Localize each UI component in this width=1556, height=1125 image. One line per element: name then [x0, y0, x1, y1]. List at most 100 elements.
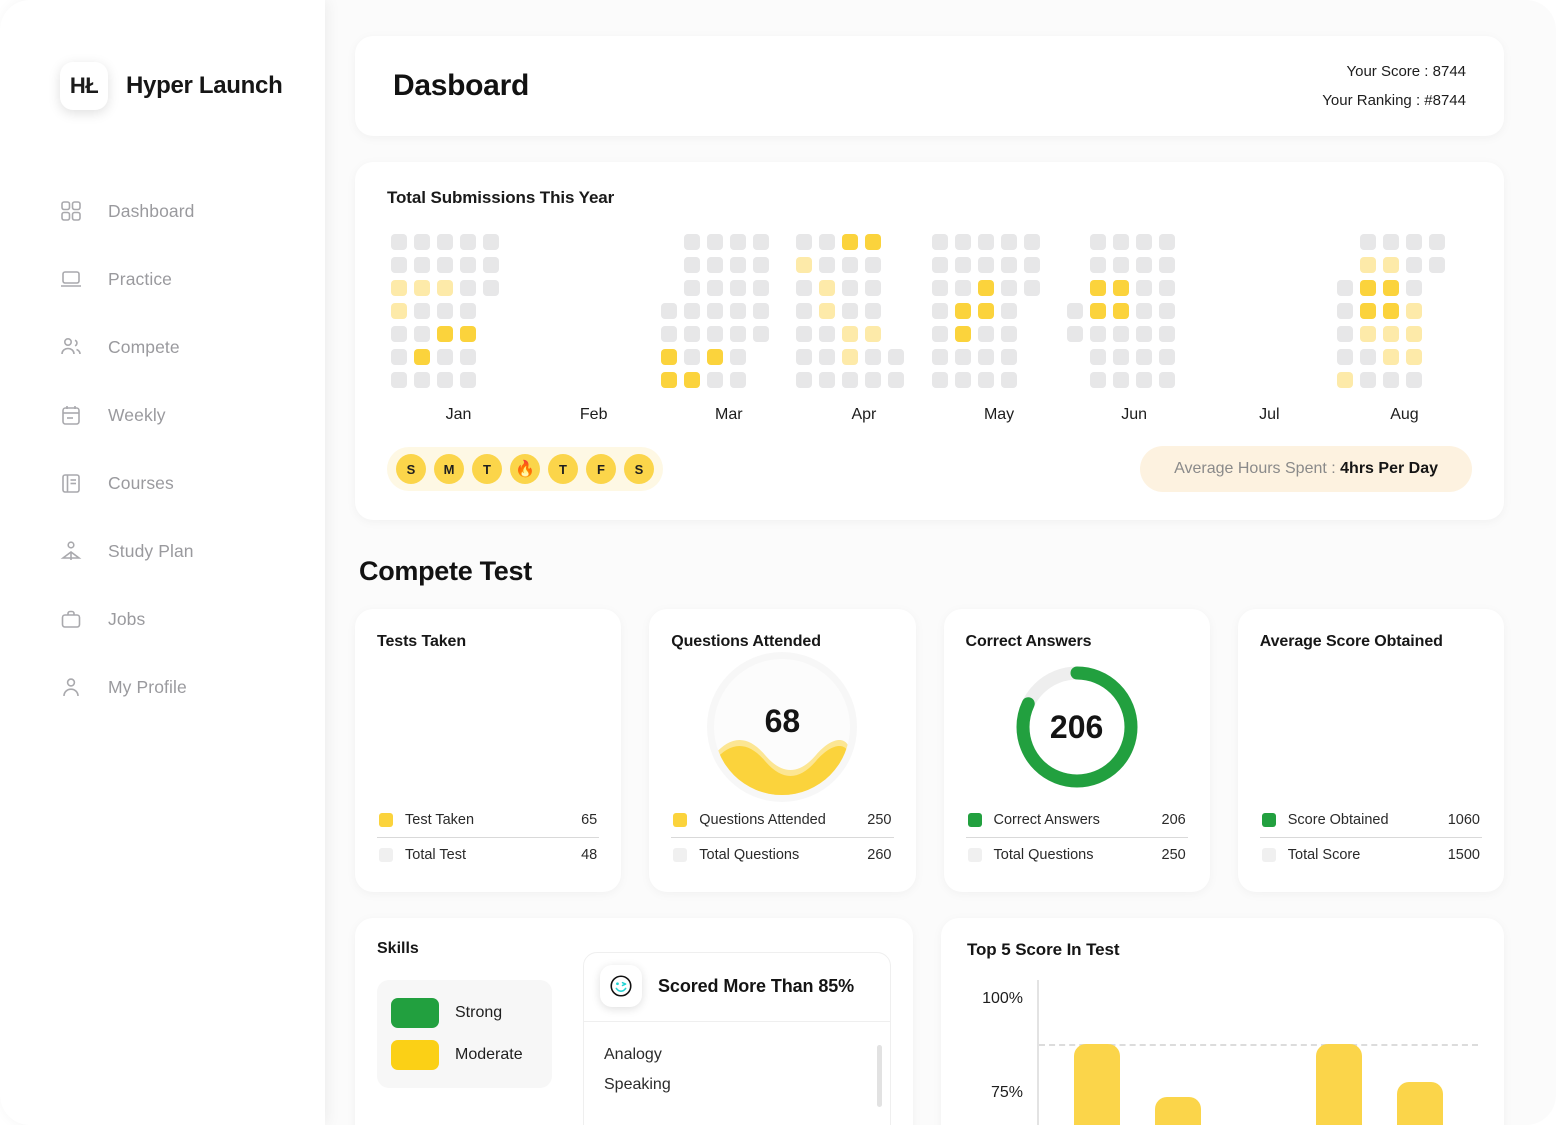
heatmap-cell[interactable]	[796, 303, 813, 319]
heatmap-cell[interactable]	[730, 326, 747, 342]
heatmap-cell[interactable]	[437, 234, 453, 250]
heatmap-cell[interactable]	[1089, 349, 1106, 365]
heatmap-cell[interactable]	[1112, 257, 1129, 273]
heatmap-cell[interactable]	[753, 234, 770, 250]
heatmap-cell[interactable]	[796, 257, 813, 273]
heatmap-cell[interactable]	[1023, 257, 1040, 273]
heatmap-cell[interactable]	[661, 303, 678, 319]
heatmap-cell[interactable]	[391, 257, 407, 273]
heatmap-cell[interactable]	[1359, 372, 1376, 388]
heatmap-cell[interactable]	[1135, 303, 1152, 319]
heatmap-cell[interactable]	[1135, 326, 1152, 342]
heatmap-cell[interactable]	[1428, 234, 1445, 250]
heatmap-cell[interactable]	[460, 234, 476, 250]
heatmap-cell[interactable]	[1112, 326, 1129, 342]
skill-level-strong[interactable]: Strong	[391, 992, 538, 1034]
heatmap-cell[interactable]	[842, 372, 859, 388]
heatmap-cell[interactable]	[796, 326, 813, 342]
heatmap-cell[interactable]	[460, 372, 476, 388]
heatmap-cell[interactable]	[1135, 372, 1152, 388]
heatmap-cell[interactable]	[753, 326, 770, 342]
heatmap-cell[interactable]	[460, 326, 476, 342]
heatmap-cell[interactable]	[730, 372, 747, 388]
heatmap-cell[interactable]	[931, 280, 948, 296]
heatmap-cell[interactable]	[1135, 349, 1152, 365]
list-item[interactable]: Speaking	[604, 1070, 870, 1100]
heatmap-cell[interactable]	[391, 326, 407, 342]
heatmap-cell[interactable]	[1405, 234, 1422, 250]
heatmap-cell[interactable]	[1359, 280, 1376, 296]
heatmap-cell[interactable]	[684, 257, 701, 273]
heatmap-cell[interactable]	[684, 372, 701, 388]
weekday-pill[interactable]: S	[624, 454, 654, 484]
heatmap-cell[interactable]	[437, 257, 453, 273]
heatmap-cell[interactable]	[437, 372, 453, 388]
heatmap-cell[interactable]	[414, 303, 430, 319]
bar[interactable]	[1316, 1044, 1363, 1125]
heatmap-cell[interactable]	[819, 326, 836, 342]
sidebar-item-my-profile[interactable]: My Profile	[0, 664, 325, 710]
heatmap-cell[interactable]	[1405, 257, 1422, 273]
heatmap-cell[interactable]	[865, 257, 882, 273]
heatmap-cell[interactable]	[1336, 349, 1353, 365]
heatmap-cell[interactable]	[1000, 303, 1017, 319]
weekday-pill[interactable]: T	[548, 454, 578, 484]
heatmap-cell[interactable]	[707, 349, 724, 365]
heatmap-cell[interactable]	[842, 280, 859, 296]
heatmap-cell[interactable]	[819, 303, 836, 319]
heatmap-cell[interactable]	[1405, 280, 1422, 296]
heatmap-cell[interactable]	[1066, 303, 1083, 319]
heatmap-cell[interactable]	[842, 326, 859, 342]
heatmap-cell[interactable]	[842, 234, 859, 250]
heatmap-cell[interactable]	[684, 326, 701, 342]
heatmap-cell[interactable]	[1382, 257, 1399, 273]
heatmap-cell[interactable]	[730, 303, 747, 319]
heatmap-cell[interactable]	[730, 349, 747, 365]
heatmap-cell[interactable]	[391, 303, 407, 319]
heatmap-cell[interactable]	[753, 257, 770, 273]
heatmap-cell[interactable]	[753, 280, 770, 296]
heatmap-cell[interactable]	[707, 372, 724, 388]
heatmap-cell[interactable]	[888, 349, 905, 365]
weekday-pill[interactable]: F	[586, 454, 616, 484]
heatmap-cell[interactable]	[954, 280, 971, 296]
heatmap-cell[interactable]	[1336, 326, 1353, 342]
bar[interactable]	[1074, 1044, 1121, 1125]
heatmap-cell[interactable]	[796, 372, 813, 388]
heatmap-cell[interactable]	[1336, 303, 1353, 319]
heatmap-cell[interactable]	[954, 326, 971, 342]
heatmap-cell[interactable]	[1089, 326, 1106, 342]
heatmap-cell[interactable]	[977, 372, 994, 388]
heatmap-cell[interactable]	[865, 349, 882, 365]
heatmap-cell[interactable]	[661, 326, 678, 342]
heatmap-cell[interactable]	[1135, 280, 1152, 296]
heatmap-cell[interactable]	[414, 234, 430, 250]
heatmap-cell[interactable]	[1000, 280, 1017, 296]
heatmap-cell[interactable]	[414, 372, 430, 388]
heatmap-cell[interactable]	[483, 257, 499, 273]
heatmap-cell[interactable]	[661, 372, 678, 388]
heatmap-cell[interactable]	[865, 280, 882, 296]
heatmap-cell[interactable]	[707, 280, 724, 296]
heatmap-cell[interactable]	[437, 326, 453, 342]
heatmap-cell[interactable]	[414, 349, 430, 365]
heatmap-cell[interactable]	[1359, 234, 1376, 250]
heatmap-cell[interactable]	[888, 372, 905, 388]
heatmap-cell[interactable]	[977, 280, 994, 296]
brand[interactable]: HŁ Hyper Launch	[0, 0, 325, 110]
heatmap-cell[interactable]	[1000, 326, 1017, 342]
heatmap-cell[interactable]	[1405, 303, 1422, 319]
heatmap-cell[interactable]	[1359, 303, 1376, 319]
heatmap-cell[interactable]	[753, 303, 770, 319]
heatmap-cell[interactable]	[1089, 234, 1106, 250]
heatmap-cell[interactable]	[460, 280, 476, 296]
heatmap-cell[interactable]	[842, 349, 859, 365]
heatmap-cell[interactable]	[1382, 326, 1399, 342]
heatmap-cell[interactable]	[707, 257, 724, 273]
heatmap-cell[interactable]	[1135, 234, 1152, 250]
heatmap-cell[interactable]	[1112, 280, 1129, 296]
heatmap-cell[interactable]	[684, 280, 701, 296]
heatmap-cell[interactable]	[977, 326, 994, 342]
heatmap-cell[interactable]	[414, 326, 430, 342]
heatmap-cell[interactable]	[1428, 257, 1445, 273]
